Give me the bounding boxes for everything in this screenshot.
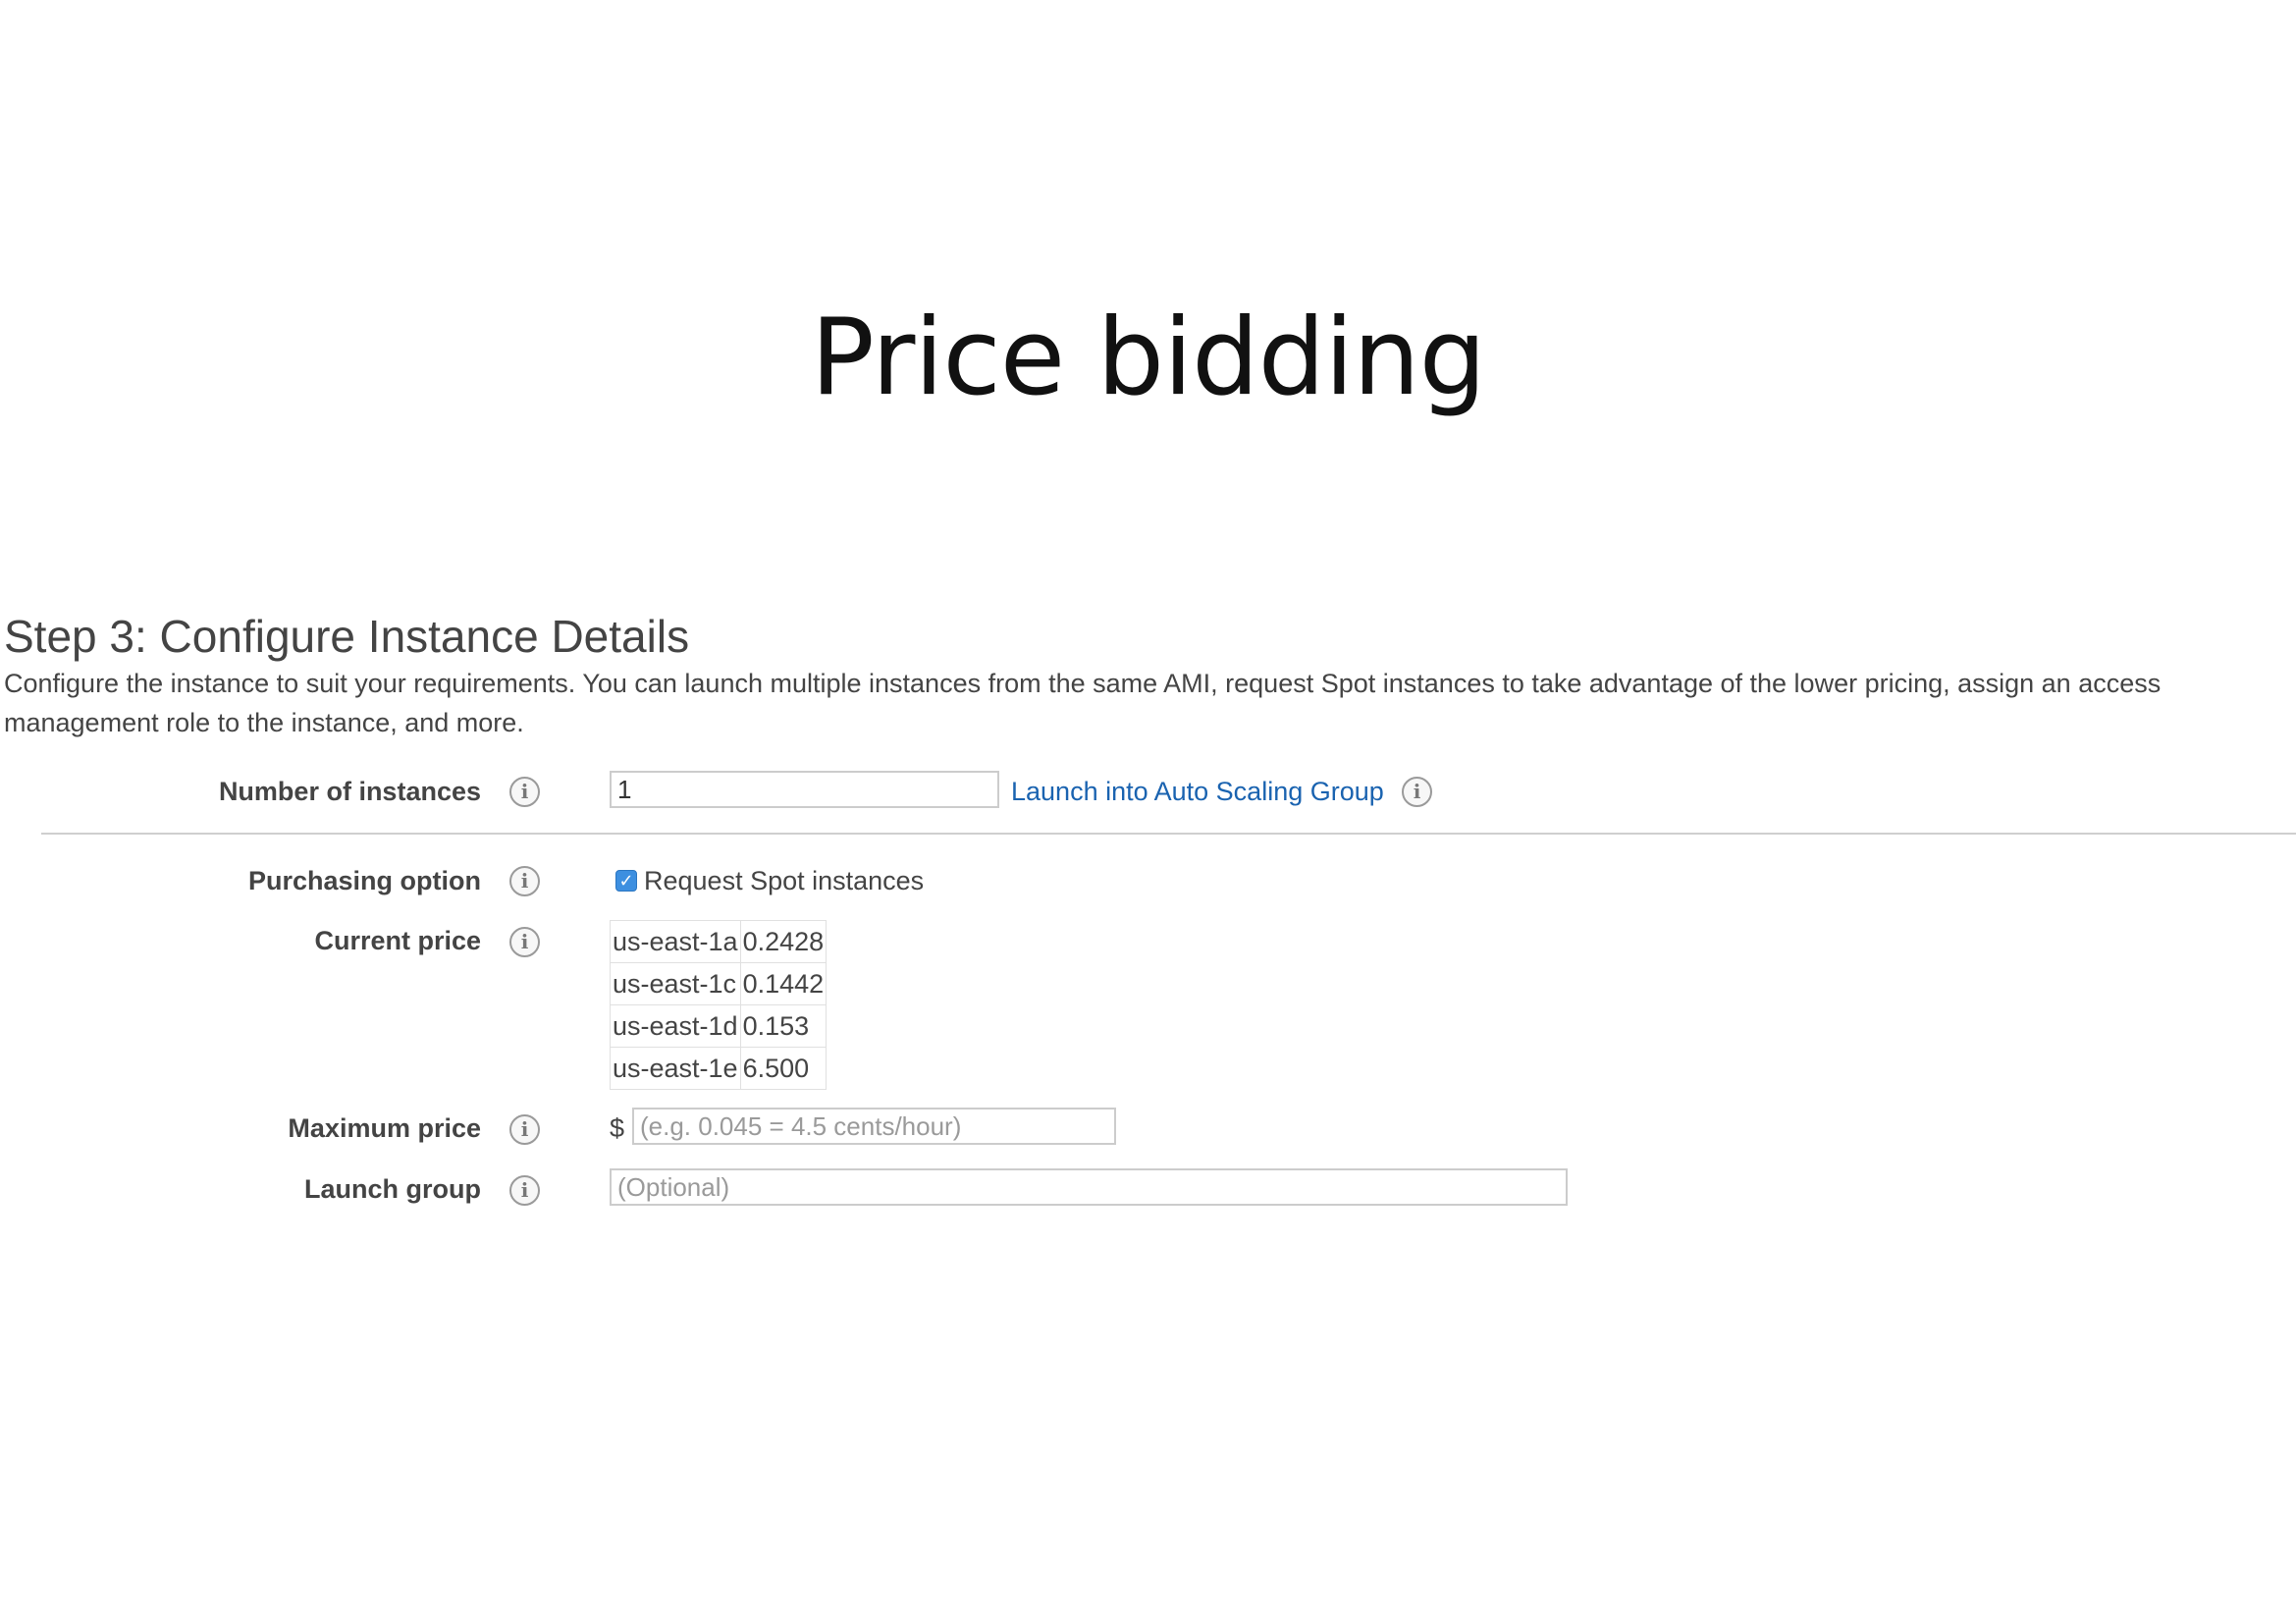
- current-price-table: us-east-1a 0.2428 us-east-1c 0.1442 us-e…: [610, 920, 828, 1090]
- table-row: us-east-1d 0.153: [610, 1004, 828, 1048]
- number-of-instances-input[interactable]: [610, 771, 999, 808]
- maximum-price-label: Maximum price: [288, 1113, 481, 1143]
- launch-group-input[interactable]: [610, 1168, 1568, 1206]
- info-icon[interactable]: i: [509, 777, 540, 807]
- zone-cell: us-east-1d: [610, 1004, 741, 1048]
- step-description: Configure the instance to suit your requ…: [4, 669, 2162, 737]
- zone-cell: us-east-1a: [610, 920, 741, 963]
- price-cell: 0.153: [739, 1004, 828, 1048]
- info-icon[interactable]: i: [1402, 777, 1432, 807]
- table-row: us-east-1c 0.1442: [610, 962, 828, 1005]
- table-row: us-east-1e 6.500: [610, 1047, 828, 1090]
- request-spot-label[interactable]: Request Spot instances: [644, 861, 924, 900]
- step-heading: Step 3: Configure Instance Details: [4, 611, 690, 662]
- launch-auto-scaling-group-link[interactable]: Launch into Auto Scaling Group: [1011, 772, 1384, 811]
- price-cell: 6.500: [739, 1047, 828, 1090]
- current-price-label: Current price: [314, 926, 481, 955]
- info-icon[interactable]: i: [509, 1114, 540, 1145]
- price-cell: 0.2428: [739, 920, 828, 963]
- request-spot-checkbox[interactable]: ✓: [615, 870, 637, 892]
- number-of-instances-label: Number of instances: [218, 777, 481, 806]
- zone-cell: us-east-1c: [610, 962, 741, 1005]
- slide-title: Price bidding: [810, 297, 1486, 419]
- maximum-price-input[interactable]: [632, 1108, 1116, 1145]
- info-icon[interactable]: i: [509, 1175, 540, 1206]
- zone-cell: us-east-1e: [610, 1047, 741, 1090]
- currency-symbol: $: [610, 1113, 625, 1143]
- info-icon[interactable]: i: [509, 927, 540, 957]
- table-row: us-east-1a 0.2428: [610, 920, 828, 963]
- info-icon[interactable]: i: [509, 866, 540, 896]
- price-cell: 0.1442: [739, 962, 828, 1005]
- launch-group-label: Launch group: [304, 1174, 481, 1204]
- divider: [41, 833, 2296, 835]
- purchasing-option-label: Purchasing option: [247, 866, 481, 895]
